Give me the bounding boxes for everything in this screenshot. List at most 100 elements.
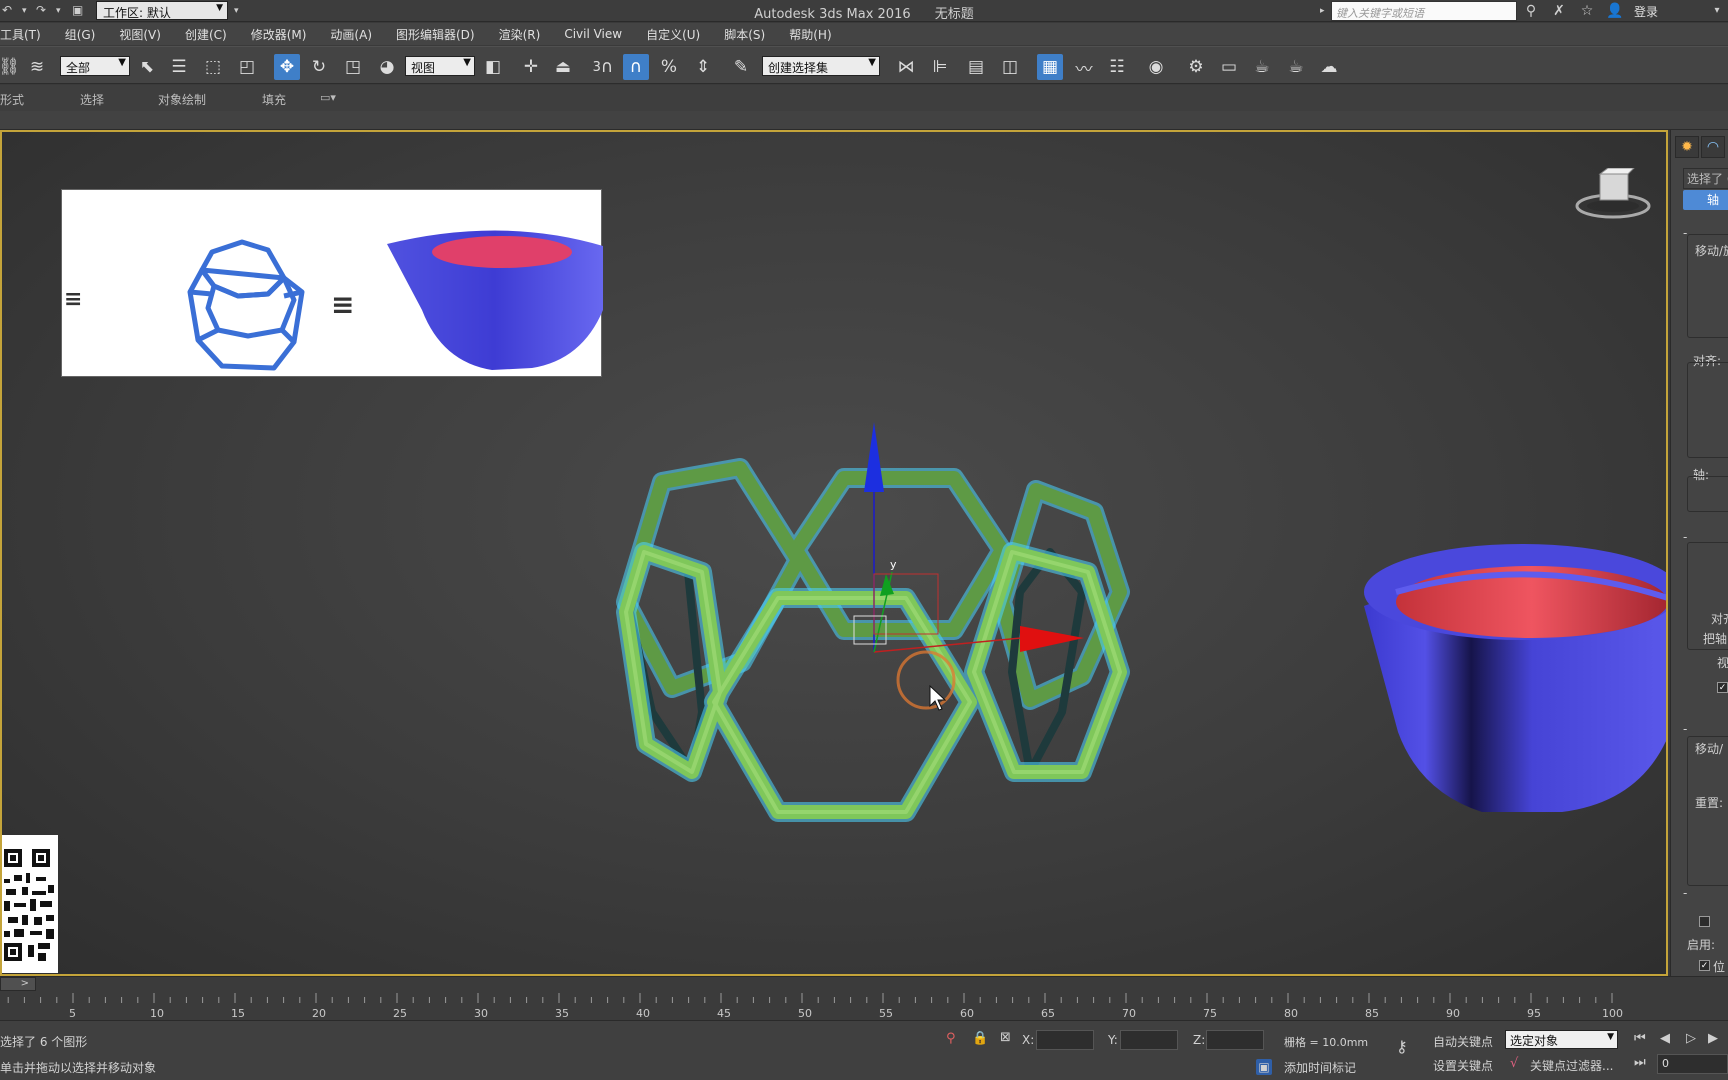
play-icon[interactable]: ▷	[1686, 1031, 1696, 1046]
link-icon[interactable]: ⛓	[0, 54, 22, 80]
ribbon-options-icon[interactable]: ▭▾	[320, 91, 336, 104]
reference-coordinate-dropdown[interactable]: 视图 ▼	[405, 56, 475, 76]
add-time-tag-button[interactable]: 添加时间标记	[1284, 1059, 1356, 1076]
pivot-center-icon[interactable]: ◧	[480, 54, 506, 80]
menu-scripting[interactable]: 脚本(S)	[712, 26, 777, 43]
menu-group[interactable]: 组(G)	[53, 26, 108, 43]
pivot-tab-button[interactable]: 轴	[1683, 190, 1728, 210]
ribbon-tab-populate[interactable]: 填充	[262, 91, 286, 108]
checkbox-unchecked[interactable]	[1699, 916, 1710, 927]
absolute-mode-icon[interactable]: ⊠	[1000, 1030, 1011, 1045]
modify-tab-icon[interactable]: ◠	[1701, 136, 1725, 158]
z-coordinate-field[interactable]	[1206, 1030, 1264, 1050]
x-coordinate-field[interactable]	[1036, 1030, 1094, 1050]
search-expand-icon[interactable]: ▸	[1320, 6, 1325, 16]
render-iterative-icon[interactable]: ☕	[1283, 54, 1309, 80]
spinner-snap-icon[interactable]: ⇕	[690, 54, 716, 80]
render-setup-icon[interactable]: ⚙	[1183, 54, 1209, 80]
curve-editor-icon[interactable]: 〰	[1071, 54, 1097, 80]
selection-status-text: 选择了 6 个图形	[0, 1035, 88, 1049]
set-key-button[interactable]: 设置关键点	[1433, 1057, 1493, 1074]
move-rotate-label: 移动/旋	[1695, 244, 1728, 258]
perspective-viewport[interactable]: ≡ ≡ y	[0, 130, 1668, 976]
ribbon-tab-selection[interactable]: 选择	[80, 91, 104, 108]
timeline-tick-label: 55	[879, 1007, 893, 1020]
ribbon-tab-freeform[interactable]: 形式	[0, 91, 24, 108]
y-coordinate-field[interactable]	[1120, 1030, 1178, 1050]
rollout-collapse-icon-4[interactable]: -	[1683, 886, 1687, 900]
key-icon[interactable]: ⚷	[1396, 1037, 1408, 1056]
key-mode-toggle-icon[interactable]: ⏭	[1634, 1055, 1646, 1070]
manipulate-icon[interactable]: ✛	[518, 54, 544, 80]
select-and-place-icon[interactable]: ◕	[374, 54, 400, 80]
select-and-move-icon[interactable]: ✥	[274, 54, 300, 80]
select-and-scale-icon[interactable]: ◳	[340, 54, 366, 80]
layer-manager-icon[interactable]: ◫	[997, 54, 1023, 80]
layer-explorer-icon[interactable]: ▤	[963, 54, 989, 80]
menu-help[interactable]: 帮助(H)	[777, 26, 843, 43]
mirror-icon[interactable]: ⋈	[893, 54, 919, 80]
view-cube[interactable]	[1572, 167, 1654, 224]
snaps-toggle-icon[interactable]: 3 ∩	[590, 54, 616, 80]
menu-views[interactable]: 视图(V)	[107, 26, 173, 43]
timeline[interactable]: > 5 10 15 20 25 30 35 40 45 50 55 60 65 70 75 80 85 90 95 1…	[0, 976, 1728, 1020]
cup-object[interactable]	[1364, 544, 1668, 812]
menu-civil-view[interactable]: Civil View	[552, 27, 634, 41]
rollout-collapse-icon-2[interactable]: -	[1683, 530, 1687, 544]
timeline-tick-label: 70	[1122, 1007, 1136, 1020]
previous-frame-icon[interactable]: ◀	[1660, 1031, 1670, 1046]
status-bar: 选择了 6 个图形 单击并拖动以选择并移动对象 ⚲ 🔒 ⊠ X: Y: Z: 栅…	[0, 1020, 1728, 1080]
menu-rendering[interactable]: 渲染(R)	[487, 26, 553, 43]
menu-customize[interactable]: 自定义(U)	[634, 26, 712, 43]
menu-animation[interactable]: 动画(A)	[318, 26, 384, 43]
login-button[interactable]: 登录	[1634, 3, 1658, 20]
timeline-tick-label: 95	[1527, 1007, 1541, 1020]
ribbon-tab-object-paint[interactable]: 对象绘制	[158, 91, 206, 108]
create-tab-icon[interactable]: ✹	[1675, 136, 1699, 158]
search-input[interactable]: 键入关键字或短语	[1331, 1, 1517, 21]
select-and-rotate-icon[interactable]: ↻	[306, 54, 332, 80]
rollout-collapse-icon-3[interactable]: -	[1683, 722, 1687, 736]
timeline-ruler[interactable]: 5 10 15 20 25 30 35 40 45 50 55 60 65 70 75 80 85 90 95 100	[0, 991, 1728, 1021]
keyboard-shortcut-override-icon[interactable]: ⏏	[550, 54, 576, 80]
communication-center-icon[interactable]: ✗	[1550, 2, 1568, 20]
next-frame-icon[interactable]: ▶	[1708, 1031, 1718, 1046]
render-production-icon[interactable]: ☕	[1249, 54, 1275, 80]
favorites-star-icon[interactable]: ☆	[1578, 2, 1596, 20]
user-icon[interactable]: 👤	[1606, 2, 1624, 20]
window-crossing-icon[interactable]: ◰	[234, 54, 260, 80]
percent-snap-icon[interactable]: %	[656, 54, 682, 80]
bind-space-warp-icon[interactable]: ≋	[24, 54, 50, 80]
edit-named-selection-icon[interactable]: ✎	[728, 54, 754, 80]
rendered-frame-window-icon[interactable]: ▭	[1216, 54, 1242, 80]
go-to-start-icon[interactable]: ⏮	[1634, 1031, 1646, 1046]
isolate-selection-icon[interactable]: ⚲	[946, 1031, 956, 1046]
rectangular-selection-icon[interactable]: ⬚	[200, 54, 226, 80]
menu-graph-editors[interactable]: 图形编辑器(D)	[384, 26, 487, 43]
scene-canvas[interactable]: y	[2, 132, 1668, 976]
material-editor-icon[interactable]: ◉	[1143, 54, 1169, 80]
key-filters-button[interactable]: 关键点过滤器...	[1530, 1057, 1613, 1074]
select-object-icon[interactable]: ⬉	[134, 54, 160, 80]
current-frame-field[interactable]: 0	[1657, 1054, 1728, 1074]
render-in-cloud-icon[interactable]: ☁	[1316, 54, 1342, 80]
time-tag-icon[interactable]: ▣	[1256, 1059, 1272, 1075]
checkbox-position[interactable]: ✓	[1699, 960, 1710, 971]
selection-filter-dropdown[interactable]: 全部 ▼	[60, 56, 130, 76]
checkbox-option[interactable]: ✓	[1717, 682, 1728, 693]
select-by-name-icon[interactable]: ☰	[166, 54, 192, 80]
toggle-ribbon-icon[interactable]: ▦	[1037, 54, 1063, 80]
align-icon[interactable]: ⊫	[927, 54, 953, 80]
auto-key-button[interactable]: 自动关键点	[1433, 1033, 1493, 1050]
menu-tools[interactable]: 工具(T)	[0, 26, 53, 43]
angle-snap-icon[interactable]: ∩	[623, 54, 649, 80]
help-dropdown-icon[interactable]: ▾	[1708, 2, 1726, 20]
lock-selection-icon[interactable]: 🔒	[972, 1031, 988, 1046]
named-selection-set-dropdown[interactable]: 创建选择集 ▼	[762, 56, 880, 76]
menu-modifiers[interactable]: 修改器(M)	[239, 26, 319, 43]
time-slider-next-button[interactable]: >	[0, 977, 36, 991]
menu-create[interactable]: 创建(C)	[173, 26, 239, 43]
binoculars-icon[interactable]: ⚲	[1522, 2, 1540, 20]
schematic-view-icon[interactable]: ☷	[1104, 54, 1130, 80]
key-filter-selection-dropdown[interactable]: 选定对象 ▼	[1505, 1030, 1618, 1049]
